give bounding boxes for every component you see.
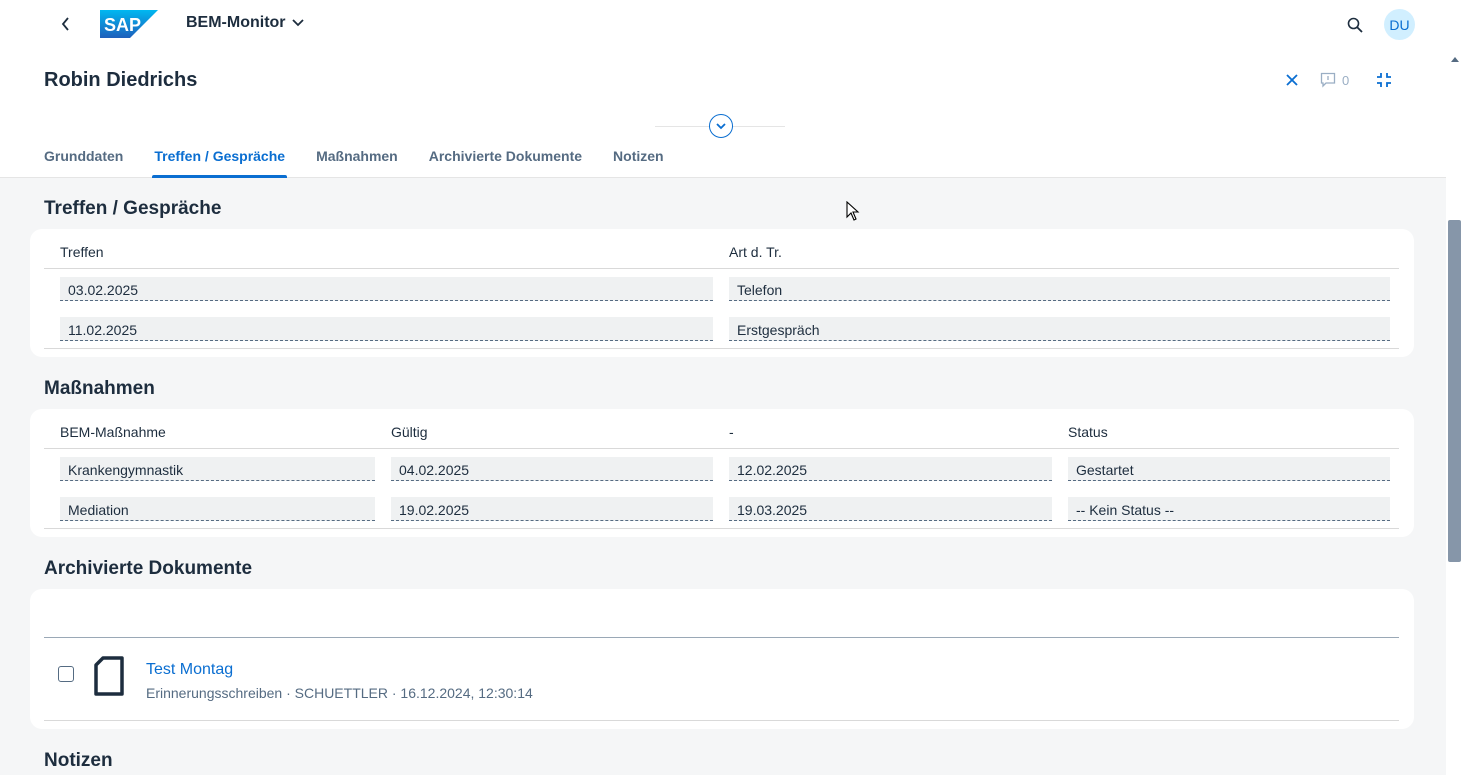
table-divider (44, 528, 1399, 529)
column-header: Status (1068, 424, 1108, 440)
column-header: Gültig (391, 424, 428, 440)
search-icon (1347, 17, 1363, 33)
shell-bar: SAP BEM-Monitor DU (0, 0, 1464, 50)
table-divider (44, 348, 1399, 349)
app-title-menu[interactable]: BEM-Monitor (186, 14, 304, 32)
mouse-cursor-icon (846, 201, 860, 221)
valid-from-field[interactable]: 04.02.2025 (391, 457, 713, 481)
massnahmen-table: BEM-Maßnahme Gültig - Status Krankengymn… (30, 409, 1414, 537)
caret-up-icon (1451, 57, 1459, 62)
document-icon (94, 656, 124, 696)
search-button[interactable] (1342, 12, 1368, 38)
table-divider (44, 268, 1399, 269)
sap-logo: SAP (100, 10, 158, 38)
section-title-notizen: Notizen (44, 750, 113, 771)
comment-icon (1320, 72, 1336, 88)
valid-to-field[interactable]: 12.02.2025 (729, 457, 1052, 481)
user-avatar[interactable]: DU (1384, 9, 1415, 40)
tab-archivierte-dokumente[interactable]: Archivierte Dokumente (429, 145, 582, 178)
exit-fullscreen-icon (1377, 73, 1391, 87)
anchor-bar: Grunddaten Treffen / Gespräche Maßnahmen… (44, 145, 695, 178)
comments-count: 0 (1342, 72, 1350, 88)
valid-from-field[interactable]: 19.02.2025 (391, 497, 713, 521)
close-button[interactable] (1280, 69, 1304, 91)
section-title-massnahmen: Maßnahmen (44, 378, 155, 399)
column-header: BEM-Maßnahme (60, 424, 166, 440)
comments-button[interactable]: 0 (1320, 69, 1349, 91)
page-title: Robin Diedrichs (44, 69, 198, 91)
status-field[interactable]: Gestartet (1068, 457, 1390, 481)
chevron-left-icon (61, 17, 69, 31)
massnahme-field[interactable]: Mediation (60, 497, 375, 521)
expand-header-button[interactable] (709, 114, 733, 138)
scroll-up-button[interactable] (1448, 52, 1462, 66)
treffen-type-field[interactable]: Telefon (729, 277, 1390, 301)
column-header: Art d. Tr. (729, 244, 782, 260)
logo-text: SAP (104, 15, 141, 35)
app-title: BEM-Monitor (186, 14, 286, 31)
tab-treffen-gespraeche[interactable]: Treffen / Gespräche (152, 145, 287, 178)
document-link[interactable]: Test Montag (146, 661, 233, 679)
list-divider (44, 637, 1399, 638)
tab-massnahmen[interactable]: Maßnahmen (316, 145, 398, 178)
close-icon (1286, 74, 1298, 86)
tab-grunddaten[interactable]: Grunddaten (44, 145, 123, 178)
valid-to-field[interactable]: 19.03.2025 (729, 497, 1052, 521)
treffen-table: Treffen Art d. Tr. 03.02.2025 Telefon 11… (30, 229, 1414, 357)
section-title-treffen: Treffen / Gespräche (44, 198, 222, 219)
chevron-down-icon (291, 19, 304, 27)
column-header: - (729, 424, 734, 440)
section-title-archiv: Archivierte Dokumente (44, 558, 253, 579)
exit-fullscreen-button[interactable] (1372, 68, 1396, 92)
back-button[interactable] (52, 10, 80, 38)
object-header: Robin Diedrichs 0 Grunddaten Treffen / G… (0, 50, 1446, 178)
document-checkbox[interactable] (58, 666, 74, 682)
scrollbar-thumb[interactable] (1448, 220, 1461, 562)
massnahme-field[interactable]: Krankengymnastik (60, 457, 375, 481)
archiv-list: Test Montag Erinnerungsschreiben · SCHUE… (30, 589, 1414, 729)
treffen-date-field[interactable]: 11.02.2025 (60, 317, 713, 341)
list-divider (44, 720, 1399, 721)
chevron-down-icon (716, 122, 726, 129)
tab-notizen[interactable]: Notizen (613, 145, 664, 178)
table-divider (44, 448, 1399, 449)
status-field[interactable]: -- Kein Status -- (1068, 497, 1390, 521)
column-header: Treffen (60, 244, 104, 260)
document-meta: Erinnerungsschreiben · SCHUETTLER · 16.1… (146, 685, 533, 701)
treffen-type-field[interactable]: Erstgespräch (729, 317, 1390, 341)
treffen-date-field[interactable]: 03.02.2025 (60, 277, 713, 301)
